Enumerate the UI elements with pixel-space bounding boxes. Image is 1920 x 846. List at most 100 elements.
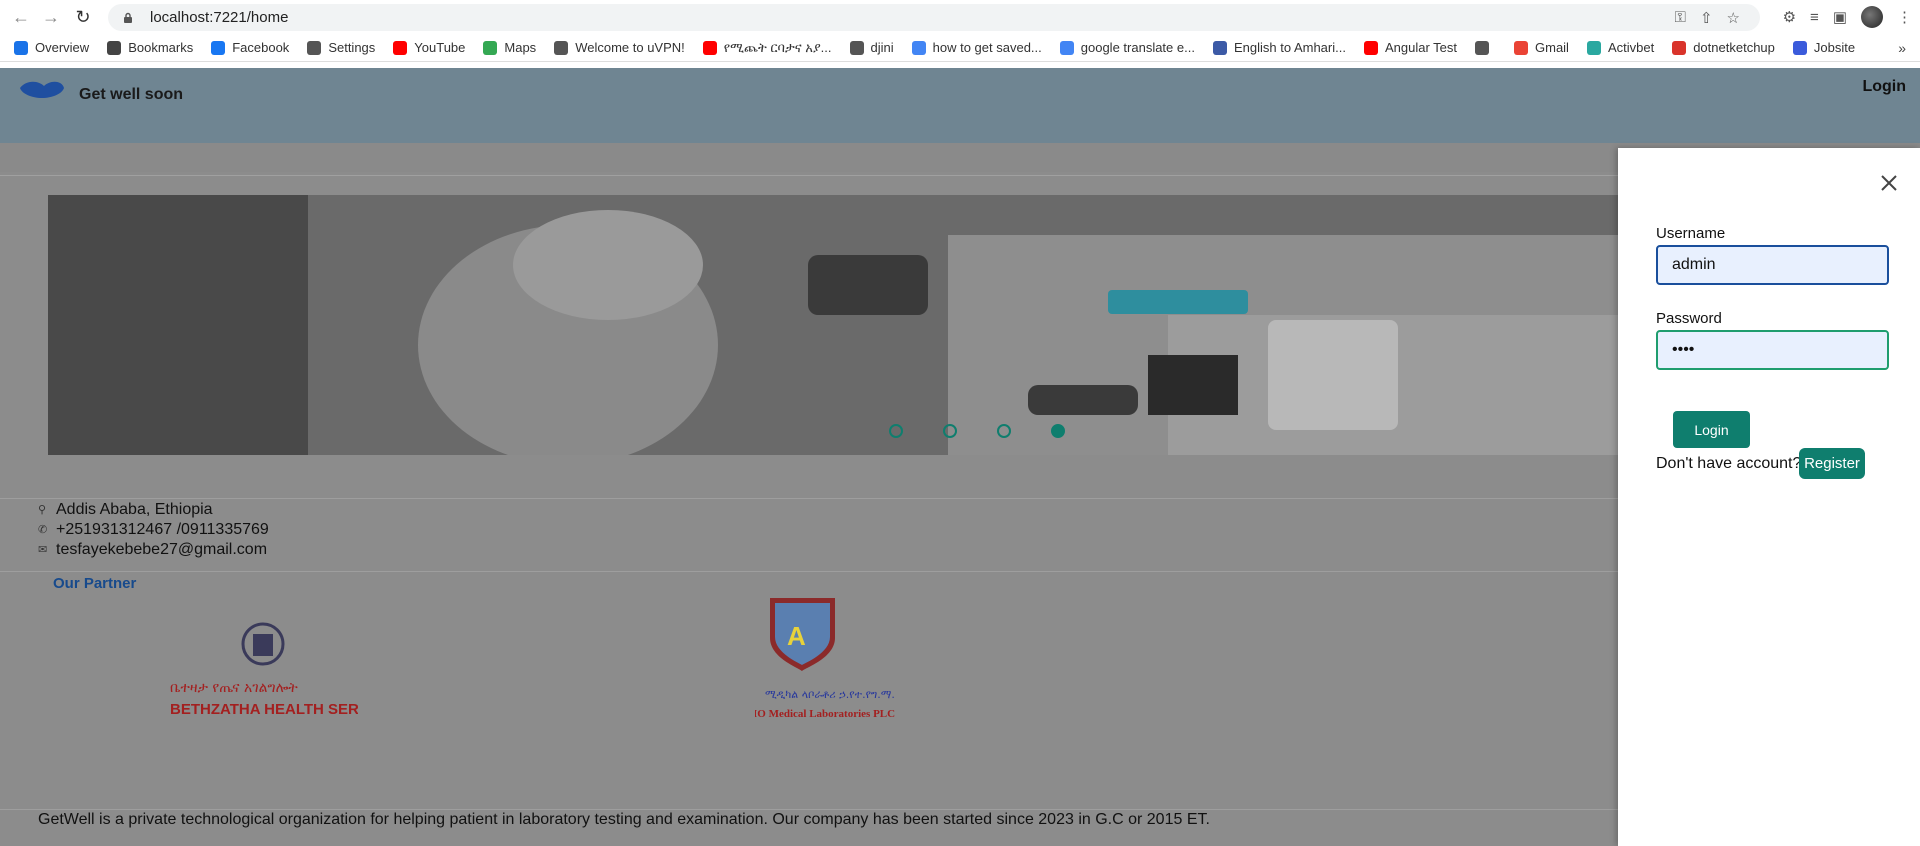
side-panel-icon[interactable]: ▣ <box>1833 8 1847 26</box>
partners-title: Our Partner <box>53 575 137 592</box>
address-text: Addis Ababa, Ethiopia <box>56 501 213 518</box>
register-button[interactable]: Register <box>1799 448 1865 479</box>
hero-carousel[interactable] <box>48 195 1671 455</box>
menu-icon[interactable]: ⋮ <box>1897 8 1912 26</box>
bookmarks-bar: Overview Bookmarks Facebook Settings YouTube… <box>0 34 1920 62</box>
back-button[interactable]: ← <box>8 4 34 30</box>
bookmark-item[interactable]: Jobsite <box>1792 40 1856 55</box>
lock-icon <box>124 12 132 23</box>
forward-button[interactable]: → <box>38 4 64 30</box>
bookmark-item[interactable]: how to get saved... <box>911 40 1042 55</box>
carousel-dot-4[interactable] <box>1051 424 1065 438</box>
bookmark-item[interactable] <box>1475 40 1496 55</box>
google-icon <box>911 40 926 55</box>
bookmark-item[interactable]: Facebook <box>211 40 289 55</box>
star-icon <box>107 40 122 55</box>
bookmark-label: Welcome to uVPN! <box>575 40 685 55</box>
more-bookmarks-icon[interactable]: » <box>1898 40 1906 56</box>
bookmark-label: የሚጨት ርባታና አያ... <box>723 39 832 55</box>
globe-icon <box>1475 40 1489 55</box>
bookmark-label: Bookmarks <box>128 40 194 55</box>
bookmark-label: google translate e... <box>1080 40 1195 55</box>
activbet-icon <box>1586 40 1601 55</box>
reading-list-icon[interactable]: ≡ <box>1810 9 1819 26</box>
jobsite-icon <box>1792 40 1807 55</box>
reload-button[interactable]: ↻ <box>70 4 96 30</box>
youtube-icon <box>393 40 408 55</box>
bookmark-label: Activbet <box>1607 40 1655 55</box>
logo-icon <box>20 81 64 98</box>
overview-icon <box>14 40 28 55</box>
partner2-amharic: ሚዲካል ላቦራቶሪ ኃ.የተ.የግ.ማ. <box>765 688 895 701</box>
globe-icon <box>849 40 864 55</box>
bookmark-item[interactable]: YouTube <box>393 40 465 55</box>
youtube-icon <box>1363 40 1378 55</box>
bookmark-item[interactable]: Overview <box>14 40 89 55</box>
password-input[interactable] <box>1656 330 1889 370</box>
lab-scientist-image <box>48 195 1671 455</box>
gmail-icon <box>1514 40 1528 55</box>
carousel-dot-3[interactable] <box>997 424 1011 438</box>
carousel-dot-2[interactable] <box>943 424 957 438</box>
about-text: GetWell is a private technological organ… <box>38 811 1210 828</box>
youtube-icon <box>702 40 717 55</box>
email-icon: ✉ <box>38 544 48 556</box>
bookmark-item[interactable]: English to Amhari... <box>1212 40 1346 55</box>
password-label: Password <box>1656 310 1722 327</box>
bookmark-item[interactable]: Gmail <box>1514 40 1569 55</box>
bookmark-label: dotnetketchup <box>1693 40 1775 55</box>
svg-text:A: A <box>787 621 806 651</box>
close-icon[interactable] <box>1880 174 1898 192</box>
contact-info: ⚲ Addis Ababa, Ethiopia ✆ +251931312467 /0… <box>38 500 269 560</box>
bookmark-item[interactable]: dotnetketchup <box>1672 40 1775 55</box>
bookmark-item[interactable]: Maps <box>483 40 536 55</box>
header-login-link[interactable]: Login <box>1862 78 1906 96</box>
globe-icon <box>554 40 569 55</box>
bookmark-item[interactable]: Activbet <box>1586 40 1655 55</box>
google-icon <box>1059 40 1074 55</box>
app-header: Get well soon Login <box>0 68 1920 143</box>
partner2-name: IO Medical Laboratories PLC <box>755 708 895 720</box>
dotnet-icon <box>1672 40 1687 55</box>
bookmark-label: YouTube <box>414 40 466 55</box>
phone-text: +251931312467 /0911335769 <box>56 521 269 538</box>
no-account-text: Don't have account? <box>1656 455 1802 472</box>
phone-icon: ✆ <box>38 524 48 536</box>
profile-avatar[interactable] <box>1861 6 1883 28</box>
address-bar[interactable]: localhost:7221/home ⚿ ⇧ ☆ <box>108 4 1760 31</box>
maps-icon <box>483 40 498 55</box>
partner-logo-bethzatha: ቤተዛታ የጤና አገልግሎት BETHZATHA HEALTH SERVICE <box>168 620 394 720</box>
share-icon[interactable]: ⇧ <box>1700 9 1713 27</box>
username-label: Username <box>1656 225 1726 242</box>
username-input[interactable] <box>1656 245 1889 285</box>
partner1-name: BETHZATHA HEALTH SERVICE <box>170 701 358 718</box>
location-icon: ⚲ <box>38 504 47 516</box>
bookmark-item[interactable]: djini <box>849 40 894 55</box>
bookmark-label: Maps <box>504 40 537 55</box>
login-drawer: Username Password Login Don't have accou… <box>1618 148 1920 846</box>
bookmark-item[interactable]: Angular Test <box>1363 40 1457 55</box>
bookmark-star-icon[interactable]: ☆ <box>1727 9 1740 27</box>
bookmark-item[interactable]: google translate e... <box>1059 40 1195 55</box>
extensions-icon[interactable]: ⚙ <box>1783 8 1796 26</box>
browser-toolbar: ← → ↻ localhost:7221/home ⚿ ⇧ ☆ ⚙ ≡ ▣ ⋮ <box>0 0 1920 34</box>
bookmark-item[interactable]: Welcome to uVPN! <box>554 40 685 55</box>
carousel-dot-1[interactable] <box>889 424 903 438</box>
partner-logo-io-medical: A ሚዲካል ላቦራቶሪ ኃ.የተ.የግ.ማ. IO Medical Labor… <box>753 593 935 723</box>
bookmark-label: how to get saved... <box>932 40 1042 55</box>
url-text: localhost:7221/home <box>150 9 289 26</box>
bookmark-item[interactable]: የሚጨት ርባታና አያ... <box>702 39 832 56</box>
gear-icon <box>307 40 322 55</box>
bookmark-label: Settings <box>328 40 376 55</box>
bookmark-item[interactable]: Bookmarks <box>107 40 193 55</box>
bookmark-item[interactable]: Settings <box>307 40 375 55</box>
bookmark-label: Facebook <box>232 40 290 55</box>
facebook-icon <box>211 40 226 55</box>
brand-name[interactable]: Get well soon <box>79 86 183 104</box>
bookmark-label: Jobsite <box>1813 40 1856 55</box>
bookmark-label: Angular Test <box>1384 40 1457 55</box>
key-icon[interactable]: ⚿ <box>1675 9 1686 26</box>
email-text[interactable]: tesfayekebebe27@gmail.com <box>56 540 267 560</box>
dictionary-icon <box>1212 40 1227 55</box>
login-button[interactable]: Login <box>1673 411 1750 448</box>
